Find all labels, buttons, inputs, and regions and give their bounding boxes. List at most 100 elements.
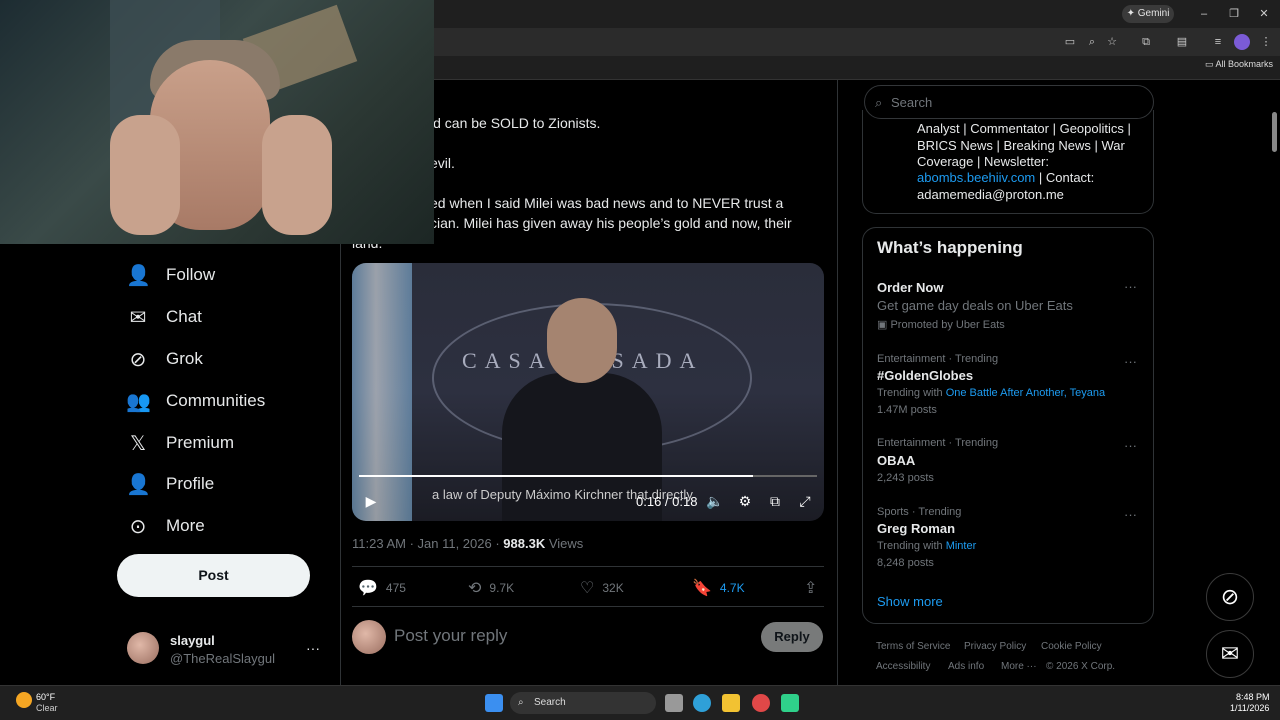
show-more-link[interactable]: Show more <box>877 594 943 609</box>
repost-action[interactable]: ⟲ 9.7K <box>468 578 514 598</box>
trend-posts: 2,243 posts <box>877 472 934 484</box>
windows-start-icon[interactable] <box>485 694 503 712</box>
account-menu-icon[interactable]: ··· <box>306 640 320 656</box>
sidepanel-icon[interactable]: ▤ <box>1174 34 1190 50</box>
trend-menu-icon[interactable]: ··· <box>1124 354 1137 369</box>
edge-icon[interactable] <box>693 694 711 712</box>
footer-link[interactable]: More ··· <box>1001 661 1037 672</box>
divider <box>352 566 824 567</box>
trend-sub: Get game day deals on Uber Eats <box>877 298 1073 313</box>
tweet-text-line: ed when I said Milei was bad news and to… <box>430 195 784 211</box>
account-avatar[interactable] <box>127 632 159 664</box>
sidebar-item-premium[interactable]: 𝕏 Premium <box>126 425 234 461</box>
bookmark-action[interactable]: 🔖 4.7K <box>692 578 745 598</box>
close-icon[interactable]: ✕ <box>1256 6 1272 22</box>
bio-link[interactable]: abombs.beehiiv.com <box>917 170 1035 185</box>
footer-link[interactable]: Cookie Policy <box>1041 641 1102 652</box>
whats-happening-title: What’s happening <box>877 238 1023 257</box>
trend-menu-icon[interactable]: ··· <box>1124 507 1137 522</box>
trend-with: Trending with Minter <box>877 540 977 552</box>
video-player[interactable]: CASA ROSADA a law of Deputy Máximo Kirch… <box>352 263 824 521</box>
reply-icon: 💬 <box>358 580 378 597</box>
bio-email: adamemedia@proton.me <box>917 187 1064 202</box>
minimize-icon[interactable]: – <box>1196 6 1212 22</box>
video-progress-fill <box>359 475 753 477</box>
settings-icon[interactable]: ⚙ <box>736 493 754 511</box>
cast-icon[interactable]: ▭ <box>1062 34 1078 50</box>
footer-copyright: © 2026 X Corp. <box>1046 661 1116 672</box>
reply-input[interactable]: Post your reply <box>394 626 507 646</box>
clock-time: 8:48 PM <box>1236 692 1270 702</box>
communities-icon: 👥 <box>126 390 151 413</box>
menu-icon[interactable]: ⋮ <box>1258 34 1274 50</box>
chrome-icon[interactable] <box>752 694 770 712</box>
reply-button[interactable]: Reply <box>761 622 823 652</box>
extensions-icon[interactable]: ⧉ <box>1138 34 1154 50</box>
reply-action[interactable]: 💬 475 <box>358 578 406 598</box>
star-icon[interactable]: ☆ <box>1104 34 1120 50</box>
repost-icon: ⟲ <box>468 580 482 597</box>
trend-meta: Entertainment · Trending <box>877 437 999 449</box>
footer-link[interactable]: Privacy Policy <box>964 641 1026 652</box>
sidebar-item-more[interactable]: ⊙ More <box>126 508 205 544</box>
all-bookmarks[interactable]: ▭ All Bookmarks <box>1205 59 1273 70</box>
footer-link[interactable]: Accessibility <box>876 661 930 672</box>
bookmark-icon: 🔖 <box>692 580 712 597</box>
sidebar-item-grok[interactable]: ⊘ Grok <box>126 341 203 377</box>
bio-line: Analyst | Commentator | Geopolitics | <box>917 121 1131 136</box>
trend-title[interactable]: #GoldenGlobes <box>877 368 973 383</box>
play-icon[interactable]: ▶ <box>362 493 380 511</box>
pip-icon[interactable]: ⧉ <box>766 493 784 511</box>
footer-link[interactable]: Terms of Service <box>876 641 950 652</box>
bio-line: abombs.beehiiv.com | Contact: <box>917 170 1095 185</box>
share-action[interactable]: ⇪ <box>804 578 825 598</box>
taskbar-search[interactable]: ⌕ Search <box>510 692 656 714</box>
bio-line: Coverage | Newsletter: <box>917 154 1049 169</box>
like-action[interactable]: ♡ 32K <box>580 578 624 598</box>
x-icon: 𝕏 <box>129 432 147 455</box>
fullscreen-icon[interactable]: ⤢ <box>796 493 814 511</box>
grok-fab-icon[interactable]: ⊘ <box>1206 573 1254 621</box>
trend-title[interactable]: OBAA <box>877 453 915 468</box>
footer-link[interactable]: Ads info <box>948 661 984 672</box>
trend-menu-icon[interactable]: ··· <box>1124 438 1137 453</box>
zoom-icon[interactable]: ⌕ <box>1084 34 1100 50</box>
search-icon: ⌕ <box>518 697 524 708</box>
trend-link[interactable]: Minter <box>946 540 977 552</box>
promoted-icon: ▣ <box>877 319 891 331</box>
messages-fab-icon[interactable]: ✉ <box>1206 630 1254 678</box>
weather-icon <box>16 692 32 708</box>
task-view-icon[interactable] <box>665 694 683 712</box>
grok-icon: ⊘ <box>129 348 147 371</box>
scrollbar-thumb[interactable] <box>1272 112 1277 152</box>
reply-avatar <box>352 620 386 654</box>
trend-link[interactable]: One Battle After Another, Teyana <box>946 387 1105 399</box>
flag-graphic <box>352 263 412 521</box>
speaker-head <box>547 298 617 383</box>
trend-posts: 1.47M posts <box>877 404 937 416</box>
gemini-button[interactable]: ✦ Gemini <box>1122 5 1174 23</box>
app-icon[interactable] <box>781 694 799 712</box>
trend-title[interactable]: Order Now <box>877 280 943 295</box>
media-icon[interactable]: ≡ <box>1210 34 1226 50</box>
file-explorer-icon[interactable] <box>722 694 740 712</box>
restore-icon[interactable]: ❐ <box>1226 6 1242 22</box>
sidebar-item-communities[interactable]: 👥 Communities <box>126 383 265 419</box>
follow-icon: 👤 <box>126 264 151 287</box>
webcam-overlay <box>0 0 434 244</box>
sidebar-item-chat[interactable]: ✉ Chat <box>126 299 202 335</box>
profile-avatar-icon[interactable] <box>1234 34 1250 50</box>
bio-line: BRICS News | Breaking News | War <box>917 138 1125 153</box>
tweet-meta: 11:23 AM · Jan 11, 2026 · 988.3K Views <box>352 536 584 551</box>
sidebar-item-follow[interactable]: 👤 Follow <box>126 257 215 293</box>
profile-icon: 👤 <box>126 473 151 496</box>
post-button[interactable]: Post <box>117 554 310 597</box>
trend-menu-icon[interactable]: ··· <box>1124 279 1137 294</box>
heart-icon: ♡ <box>580 580 595 597</box>
person-hand-left <box>110 115 180 235</box>
trend-title[interactable]: Greg Roman <box>877 521 955 536</box>
volume-icon[interactable]: 🔈 <box>706 493 724 511</box>
weather-temp: 60°F <box>36 692 56 702</box>
video-time: 0:16 / 0:18 <box>636 494 698 509</box>
sidebar-item-profile[interactable]: 👤 Profile <box>126 466 214 502</box>
